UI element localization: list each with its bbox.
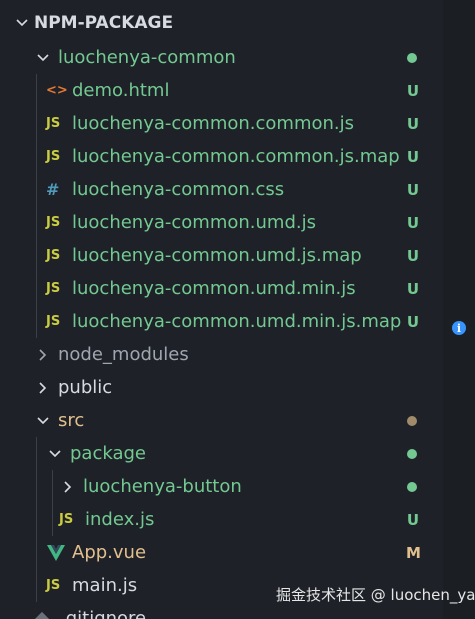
javascript-file-icon: JS <box>46 149 61 164</box>
indent-guide <box>36 206 37 239</box>
javascript-file-icon: JS <box>46 116 61 131</box>
indent-guide <box>36 437 37 470</box>
indent-guide <box>36 470 37 503</box>
tree-folder-package[interactable]: package <box>0 437 443 470</box>
git-status-untracked: U <box>406 81 420 100</box>
tree-item-label: demo.html <box>72 80 170 101</box>
indent-guide <box>36 140 37 173</box>
css-file-icon: # <box>46 180 60 199</box>
git-file-icon <box>34 611 56 619</box>
tree-file-css[interactable]: # luochenya-common.css U <box>0 173 443 206</box>
indent-guide <box>36 272 37 305</box>
chevron-right-icon <box>34 379 52 397</box>
section-title: NPM-PACKAGE <box>34 13 174 33</box>
git-status-untracked: U <box>406 180 420 199</box>
tree-file-demo-html[interactable]: <> demo.html U <box>0 74 443 107</box>
tree-item-label: src <box>58 410 85 431</box>
tree-item-label: luochenya-common.common.js <box>72 113 355 134</box>
chevron-right-icon <box>59 478 77 496</box>
chevron-down-icon <box>10 15 34 31</box>
html-file-icon: <> <box>46 83 68 98</box>
status-dot <box>407 52 417 63</box>
tree-item-label: luochenya-button <box>83 476 242 497</box>
indent-guide <box>52 470 53 503</box>
javascript-file-icon: JS <box>46 248 61 263</box>
git-status-untracked: U <box>406 147 420 166</box>
javascript-file-icon: JS <box>46 314 61 329</box>
indent-guide <box>36 107 37 140</box>
indent-guide <box>36 173 37 206</box>
git-status-untracked: U <box>406 246 420 265</box>
indent-guide <box>36 239 37 272</box>
chevron-down-icon <box>34 49 52 67</box>
tree-file-umd-min-js[interactable]: JS luochenya-common.umd.min.js U <box>0 272 443 305</box>
indent-guide <box>36 503 37 536</box>
indent-guide <box>36 536 37 569</box>
tree-item-label: package <box>70 443 146 464</box>
tree-file-umd-js[interactable]: JS luochenya-common.umd.js U <box>0 206 443 239</box>
chevron-down-icon <box>46 445 64 463</box>
git-status-untracked: U <box>406 213 420 232</box>
indent-guide <box>36 305 37 338</box>
git-status-untracked: U <box>406 510 420 529</box>
tree-item-label: node_modules <box>58 344 189 365</box>
indent-guide <box>36 74 37 107</box>
editor-gutter <box>443 0 475 619</box>
chevron-down-icon <box>34 412 52 430</box>
git-status-modified: M <box>406 543 421 562</box>
javascript-file-icon: JS <box>46 281 61 296</box>
tree-file-common-js-map[interactable]: JS luochenya-common.common.js.map U <box>0 140 443 173</box>
tree-folder-luochenya-button[interactable]: luochenya-button <box>0 470 443 503</box>
status-dot <box>407 448 417 459</box>
indent-guide <box>52 503 53 536</box>
tree-file-umd-min-js-map[interactable]: JS luochenya-common.umd.min.js.map U <box>0 305 443 338</box>
tree-item-label: luochenya-common <box>58 47 236 68</box>
watermark: 掘金技术社区 @ luochen_ya <box>276 586 475 604</box>
tree-item-label: luochenya-common.umd.min.js <box>72 278 356 299</box>
status-dot <box>407 481 417 492</box>
tree-item-label: main.js <box>72 575 138 596</box>
tree-item-label: luochenya-common.css <box>72 179 285 200</box>
tree-file-common-js[interactable]: JS luochenya-common.common.js U <box>0 107 443 140</box>
tree-item-label: luochenya-common.common.js.map <box>72 146 400 167</box>
tree-folder-luochenya-common[interactable]: luochenya-common <box>0 41 443 74</box>
tree-folder-src[interactable]: src <box>0 404 443 437</box>
tree-folder-node-modules[interactable]: node_modules <box>0 338 443 371</box>
tree-item-label: public <box>58 377 113 398</box>
chevron-right-icon <box>34 346 52 364</box>
javascript-file-icon: JS <box>46 215 61 230</box>
git-status-untracked: U <box>406 312 420 331</box>
git-status-untracked: U <box>406 114 420 133</box>
tree-item-label: App.vue <box>72 542 147 563</box>
section-header[interactable]: NPM-PACKAGE <box>0 6 443 40</box>
explorer-panel: NPM-PACKAGE luochenya-common <> demo.htm… <box>0 0 443 619</box>
tree-file-umd-js-map[interactable]: JS luochenya-common.umd.js.map U <box>0 239 443 272</box>
tree-item-label: luochenya-common.umd.js.map <box>72 245 362 266</box>
tree-item-label: luochenya-common.umd.js <box>72 212 316 233</box>
indent-guide <box>36 569 37 602</box>
info-icon[interactable]: i <box>452 321 466 335</box>
javascript-file-icon: JS <box>46 578 61 593</box>
tree-item-label: luochenya-common.umd.min.js.map <box>72 311 402 332</box>
tree-file-index-js[interactable]: JS index.js U <box>0 503 443 536</box>
vue-file-icon <box>46 544 68 562</box>
javascript-file-icon: JS <box>59 512 74 527</box>
status-dot <box>407 415 417 426</box>
tree-item-label: .gitignore <box>60 608 147 619</box>
tree-folder-public[interactable]: public <box>0 371 443 404</box>
tree-item-label: index.js <box>85 509 155 530</box>
tree-file-app-vue[interactable]: App.vue M <box>0 536 443 569</box>
git-status-untracked: U <box>406 279 420 298</box>
